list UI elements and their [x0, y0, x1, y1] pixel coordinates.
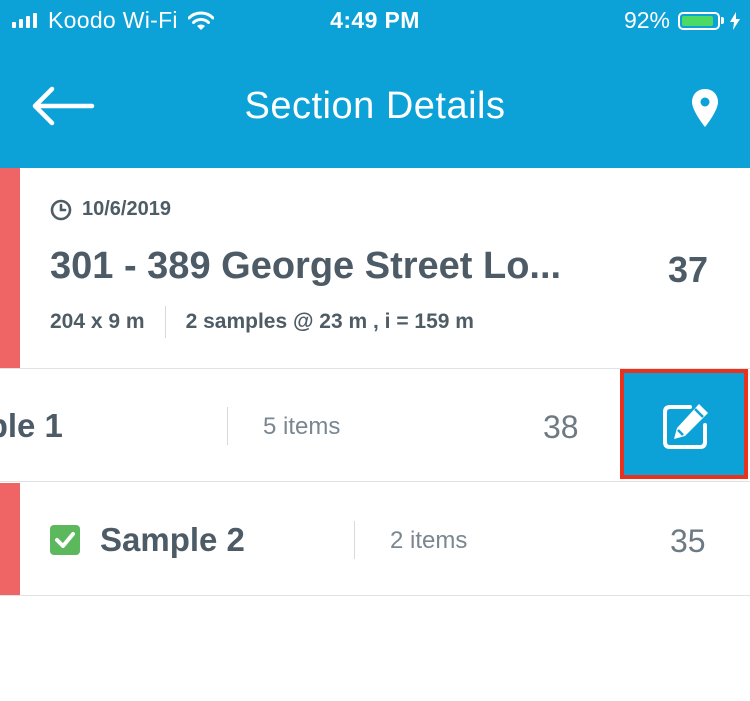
charging-bolt-icon: [730, 11, 740, 30]
sample-row-2[interactable]: Sample 2 2 items 35: [0, 483, 750, 596]
top-bar: Koodo Wi-Fi 4:49 PM 92% Section Details: [0, 0, 750, 168]
page-title: Section Details: [244, 85, 506, 127]
edit-sample-button[interactable]: [620, 369, 748, 479]
battery-tip: [721, 17, 724, 24]
edit-icon: [663, 404, 708, 449]
sample-name: Sample 2: [100, 521, 245, 558]
sample-item-count: 2 items: [390, 527, 468, 554]
section-card: 10/6/2019 301 - 389 George Street Lo... …: [0, 168, 750, 369]
row-divider: [354, 521, 355, 559]
battery-percent: 92%: [623, 7, 670, 33]
sample-row-1[interactable]: ample 1 5 items 38: [0, 369, 750, 482]
section-title: 301 - 389 George Street Lo...: [50, 245, 562, 287]
section-date: 10/6/2019: [82, 198, 171, 220]
battery-status: 92%: [624, 7, 740, 34]
section-total: 37: [667, 249, 708, 290]
row-divider: [227, 407, 228, 445]
section-dimensions: 204 x 9 m: [50, 310, 145, 333]
status-bar: Koodo Wi-Fi 4:49 PM 92%: [0, 0, 750, 40]
section-samples-info: 2 samples @ 23 m , i = 159 m: [185, 310, 474, 333]
sample-name: ample 1: [0, 407, 63, 444]
clock-icon: [50, 199, 72, 220]
meta-divider: [164, 306, 166, 338]
sample-total: 35: [670, 523, 706, 559]
section-accent-bar: [0, 168, 20, 368]
sample-total: 38: [543, 409, 579, 445]
sample-accent-bar: [0, 483, 20, 595]
section-date-row: 10/6/2019: [50, 198, 171, 221]
checkbox-checked-icon[interactable]: [50, 525, 80, 555]
location-pin-icon[interactable]: [690, 88, 720, 128]
battery-icon: [678, 11, 720, 30]
section-meta: 204 x 9 m 2 samples @ 23 m , i = 159 m: [50, 306, 474, 338]
sample-item-count: 5 items: [263, 413, 341, 440]
